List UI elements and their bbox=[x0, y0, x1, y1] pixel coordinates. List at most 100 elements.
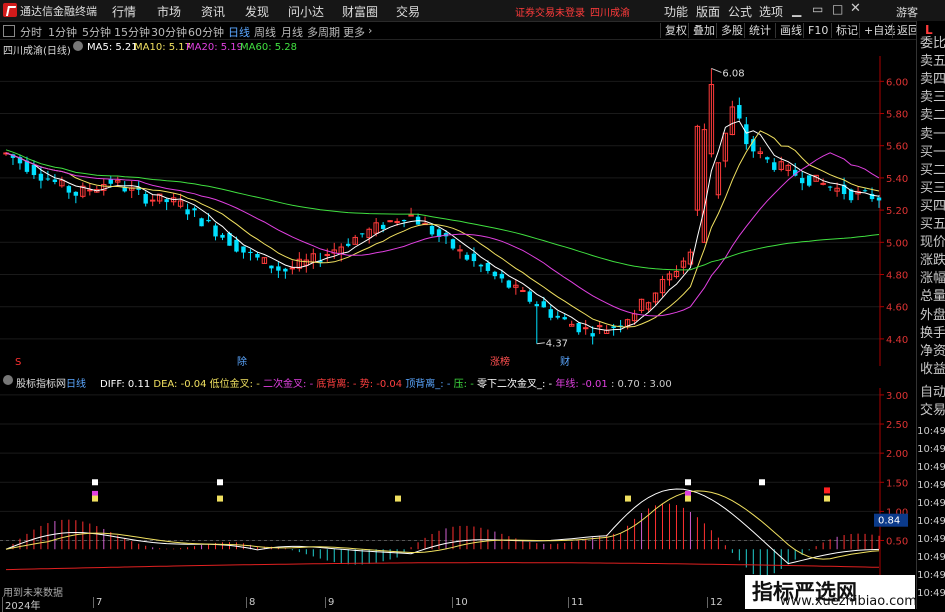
menu-function[interactable]: 功能 bbox=[664, 3, 688, 20]
candle-body-down bbox=[562, 317, 567, 320]
quote-label-14: 总量 bbox=[920, 289, 945, 305]
candle-body-up bbox=[87, 189, 93, 192]
candle-body-down bbox=[346, 243, 351, 246]
period-15min[interactable]: 15分钟 bbox=[114, 24, 150, 40]
login-warning[interactable]: 证券交易未登录 bbox=[515, 4, 585, 19]
tool-mark-button[interactable]: 标记 bbox=[831, 23, 862, 38]
tool-multi-stock-button[interactable]: 多股 bbox=[716, 23, 747, 38]
minimize-icon[interactable]: ▁ bbox=[792, 3, 801, 17]
candle-body-down bbox=[108, 179, 113, 184]
app-title: 通达信金融终端 bbox=[20, 5, 97, 18]
window-icon[interactable]: ▭ bbox=[812, 2, 823, 16]
menu-quotes[interactable]: 行情 bbox=[112, 3, 136, 20]
panel-toggle-icon[interactable] bbox=[3, 25, 15, 37]
candle-body-down bbox=[471, 253, 477, 262]
candle-body-down bbox=[66, 186, 72, 193]
candle-body-down bbox=[31, 164, 37, 176]
price-label: 5.40 bbox=[886, 174, 908, 185]
indicator-chart[interactable]: 3.002.502.001.501.000.500.84 bbox=[0, 388, 916, 596]
candle-body-down bbox=[269, 265, 274, 269]
signal-marker bbox=[92, 495, 98, 502]
menu-wealth-circle[interactable]: 财富圈 bbox=[342, 3, 378, 20]
date-tick-0: 2024年 bbox=[2, 597, 40, 612]
candle-body-down bbox=[499, 273, 505, 279]
menu-options[interactable]: 选项 bbox=[759, 3, 783, 20]
quote-label-1: 卖五 bbox=[920, 54, 945, 70]
period-weekly[interactable]: 周线 bbox=[254, 24, 276, 40]
dea-line bbox=[5, 490, 880, 560]
tool-stats-button[interactable]: 统计 bbox=[744, 23, 775, 38]
tool-draw-button[interactable]: 画线 bbox=[775, 23, 806, 38]
period-toolbar: 分时 1分钟 5分钟 15分钟 30分钟 60分钟 日线 周线 月线 多周期 更… bbox=[0, 22, 945, 40]
candle-body-down bbox=[283, 268, 288, 272]
trade-time-6: 10:49 bbox=[917, 534, 945, 545]
menu-trade[interactable]: 交易 bbox=[396, 3, 420, 20]
candlestick-chart[interactable]: 6.00 5.80 5.60 5.40 5.20 5.00 4.80 4.60 4.40 6.08… bbox=[0, 56, 916, 366]
tool-f10-button[interactable]: F10 bbox=[803, 23, 832, 38]
quote-label-10: 买五 bbox=[920, 217, 945, 232]
date-tick-2: 8 bbox=[246, 597, 255, 608]
close-icon[interactable]: ✕ bbox=[850, 1, 861, 16]
quote-label-2: 卖四 bbox=[920, 72, 945, 88]
candle-body-down bbox=[765, 157, 770, 160]
tool-overlay-button[interactable]: 叠加 bbox=[688, 23, 719, 38]
event-label: 涨榜 bbox=[490, 355, 510, 366]
menu-xiaoda[interactable]: 问小达 bbox=[288, 3, 324, 20]
maximize-icon[interactable]: □ bbox=[832, 2, 843, 16]
menu-market[interactable]: 市场 bbox=[157, 3, 181, 20]
lower-label-0[interactable]: 自动 bbox=[920, 384, 945, 402]
quote-label-4: 卖二 bbox=[920, 108, 945, 124]
trade-time-1: 10:49 bbox=[917, 444, 945, 455]
menu-formula[interactable]: 公式 bbox=[728, 3, 752, 20]
menu-layout[interactable]: 版面 bbox=[696, 3, 720, 20]
indicator-settings-icon[interactable] bbox=[3, 375, 13, 385]
signal-marker bbox=[217, 479, 223, 486]
period-1min[interactable]: 1分钟 bbox=[48, 24, 77, 40]
period-5min[interactable]: 5分钟 bbox=[82, 24, 111, 40]
menu-discover[interactable]: 发现 bbox=[245, 3, 269, 20]
period-monthly[interactable]: 月线 bbox=[281, 24, 303, 40]
candle-body-down bbox=[485, 263, 491, 271]
menu-news[interactable]: 资讯 bbox=[201, 3, 225, 20]
tool-adjust-button[interactable]: 复权 bbox=[660, 23, 691, 38]
candle-body-down bbox=[464, 254, 470, 260]
price-label: 6.00 bbox=[886, 77, 908, 88]
candle-body-down bbox=[534, 304, 539, 307]
ma60-label: MA60: 5.28 bbox=[240, 42, 298, 53]
candle-body-down bbox=[548, 309, 553, 318]
trade-time-4: 10:49 bbox=[917, 498, 945, 509]
ma5-label: MA5: 5.21 bbox=[87, 42, 138, 53]
more-chevron-icon[interactable]: › bbox=[368, 24, 372, 37]
candle-body-up bbox=[582, 327, 589, 330]
price-label: 5.60 bbox=[886, 142, 908, 153]
trade-time-2: 10:49 bbox=[917, 462, 945, 473]
trade-time-9: 10:49 bbox=[917, 588, 945, 599]
lower-label-1[interactable]: 交易 bbox=[920, 402, 945, 420]
candle-body-up bbox=[520, 290, 526, 293]
period-multi[interactable]: 多周期 bbox=[307, 24, 340, 40]
period-60min[interactable]: 60分钟 bbox=[188, 24, 224, 40]
candle-body-down bbox=[590, 333, 595, 337]
app-logo-icon bbox=[3, 3, 17, 17]
period-more[interactable]: 更多 bbox=[343, 24, 365, 40]
event-label: S bbox=[15, 357, 21, 366]
quote-label-0: 委比 bbox=[920, 36, 945, 51]
quote-label-7: 买二 bbox=[920, 162, 945, 178]
candle-body-down bbox=[220, 234, 225, 238]
guest-label[interactable]: 游客 bbox=[896, 4, 918, 20]
signal-marker bbox=[217, 495, 223, 502]
period-tick[interactable]: 分时 bbox=[20, 24, 42, 40]
candle-body-down bbox=[206, 219, 211, 222]
period-30min[interactable]: 30分钟 bbox=[151, 24, 187, 40]
annual-line bbox=[5, 562, 880, 571]
quote-label-6: 买一 bbox=[920, 144, 945, 160]
candle-body-up bbox=[387, 220, 393, 223]
quote-label-11: 现价 bbox=[920, 235, 945, 251]
settings-dot-icon[interactable] bbox=[73, 41, 83, 51]
candle-body-down bbox=[164, 199, 169, 203]
candle-body-down bbox=[492, 271, 498, 277]
menu-bar: 通达信金融终端 行情 市场 资讯 发现 问小达 财富圈 交易 证券交易未登录 四… bbox=[0, 0, 945, 22]
period-daily[interactable]: 日线 bbox=[228, 24, 250, 40]
candle-body-down bbox=[506, 280, 512, 288]
low-price-label: 4.37 bbox=[546, 339, 568, 350]
